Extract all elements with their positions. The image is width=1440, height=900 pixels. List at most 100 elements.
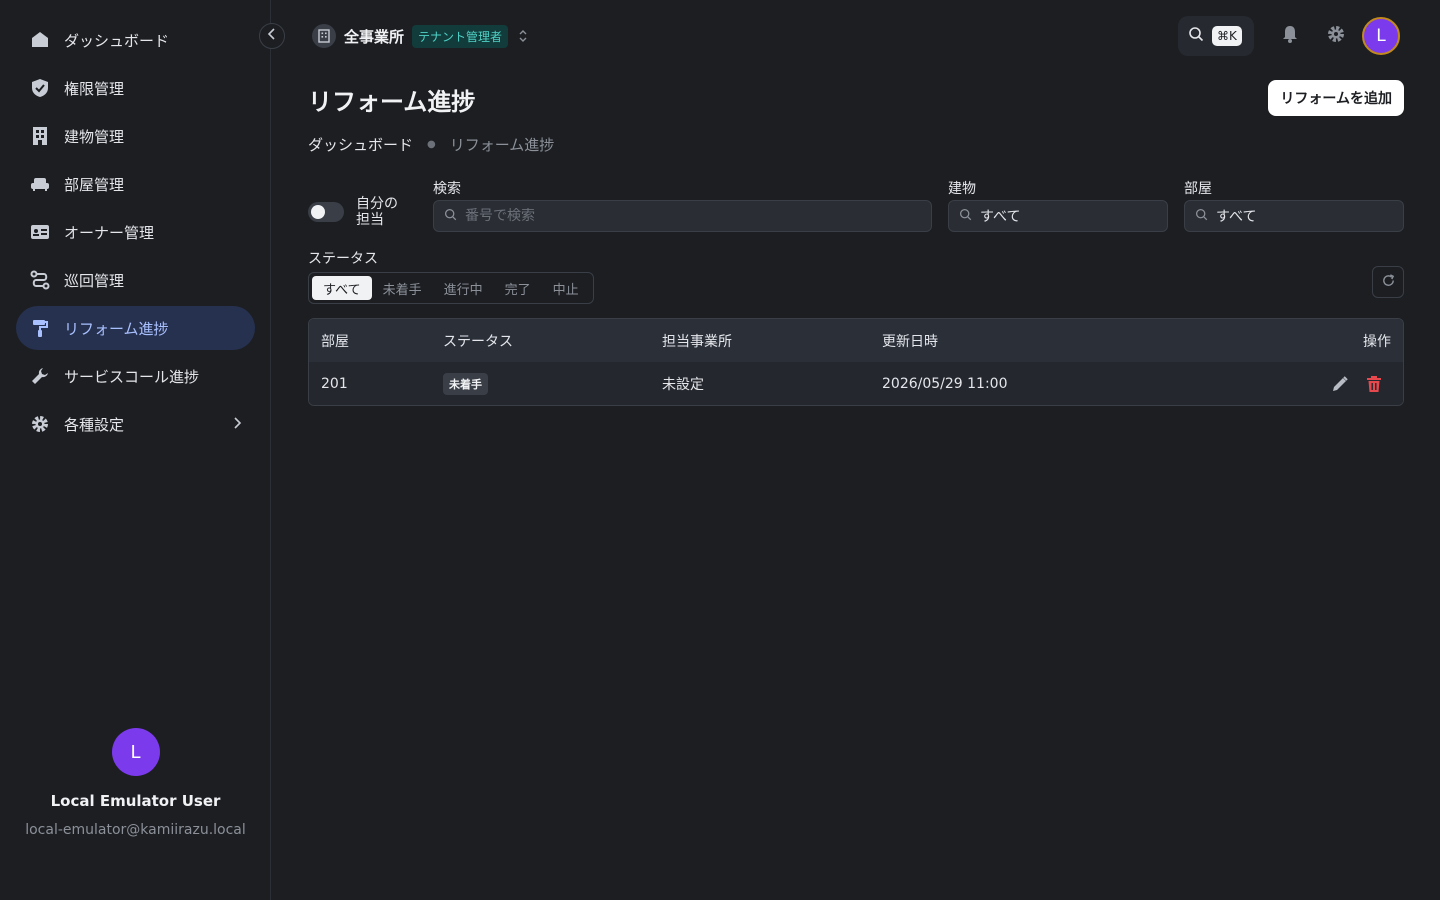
search-box: [433, 200, 932, 232]
sidebar-item-label: 各種設定: [64, 415, 125, 434]
cell-room: 201: [321, 375, 348, 392]
breadcrumb-current: リフォーム進捗: [449, 136, 555, 154]
sidebar-item-owners[interactable]: オーナー管理: [16, 210, 255, 254]
building-icon: [312, 24, 336, 48]
table-row[interactable]: 201 未着手 未設定 2026/05/29 11:00: [309, 362, 1403, 405]
room-label: 部屋: [1184, 181, 1212, 197]
delete-button[interactable]: [1366, 362, 1382, 405]
search-icon: [1195, 208, 1208, 225]
search-field: 検索: [433, 178, 932, 232]
sidebar-item-label: 権限管理: [64, 79, 125, 98]
sidebar-item-label: サービスコール進捗: [64, 367, 200, 386]
page-title: リフォーム進捗: [308, 88, 476, 116]
trash-icon: [1366, 375, 1382, 393]
room-select[interactable]: すべて: [1184, 200, 1404, 232]
search-icon: [444, 208, 457, 225]
chevron-right-icon: [231, 416, 243, 434]
sidebar-user: L Local Emulator User local-emulator@kam…: [0, 728, 271, 838]
cell-updated: 2026/05/29 11:00: [882, 375, 1008, 392]
sidebar-item-rooms[interactable]: 部屋管理: [16, 162, 255, 206]
bell-icon: [1280, 24, 1300, 48]
status-option-all[interactable]: すべて: [312, 276, 372, 300]
building-select-value: すべて: [980, 209, 1021, 225]
building-icon: [30, 126, 50, 146]
office-name: 全事業所: [344, 27, 405, 46]
sidebar-item-label: オーナー管理: [64, 223, 155, 242]
top-actions: ⌘K L: [1178, 16, 1400, 56]
column-header-office[interactable]: 担当事業所: [662, 319, 732, 362]
sidebar: ダッシュボード 権限管理 建物管理 部屋管理 オーナー管理 巡回管理 リフォーム…: [0, 0, 271, 900]
notification-button[interactable]: [1270, 16, 1310, 56]
sidebar-nav: ダッシュボード 権限管理 建物管理 部屋管理 オーナー管理 巡回管理 リフォーム…: [16, 18, 255, 450]
refresh-button[interactable]: [1372, 266, 1404, 298]
wrench-icon: [30, 366, 50, 386]
sidebar-item-buildings[interactable]: 建物管理: [16, 114, 255, 158]
route-icon: [30, 270, 50, 290]
paint-roller-icon: [30, 318, 50, 338]
search-label: 検索: [433, 181, 461, 197]
cell-status: 未着手: [443, 362, 488, 405]
role-badge: テナント管理者: [412, 24, 509, 48]
breadcrumb-separator: ●: [427, 139, 436, 150]
column-header-room[interactable]: 部屋: [321, 319, 349, 362]
avatar[interactable]: L: [111, 728, 160, 776]
my-assignment-filter: 自分の担当: [308, 196, 406, 228]
topbar: 全事業所 テナント管理者 ⌘K L: [272, 0, 1440, 72]
search-icon: [1188, 26, 1204, 46]
building-field: 建物 すべて: [948, 178, 1168, 232]
shortcut-hint: ⌘K: [1212, 26, 1242, 46]
my-assignment-label: 自分の担当: [356, 196, 398, 228]
shield-icon: [30, 78, 50, 98]
status-option-cancelled[interactable]: 中止: [542, 276, 590, 300]
sidebar-item-permissions[interactable]: 権限管理: [16, 66, 255, 110]
building-select[interactable]: すべて: [948, 200, 1168, 232]
column-header-updated[interactable]: 更新日時: [882, 319, 938, 362]
status-segmented-control: すべて 未着手 進行中 完了 中止: [308, 272, 594, 304]
sidebar-item-label: 巡回管理: [64, 271, 125, 290]
room-select-value: すべて: [1216, 209, 1257, 225]
office-selector[interactable]: 全事業所 テナント管理者: [312, 24, 528, 48]
reform-table: 部屋 ステータス 担当事業所 更新日時 操作 201 未着手 未設定 2026/…: [308, 318, 1404, 406]
column-header-status[interactable]: ステータス: [443, 319, 513, 362]
cell-office: 未設定: [662, 376, 704, 393]
id-card-icon: [30, 222, 50, 242]
sidebar-item-patrol[interactable]: 巡回管理: [16, 258, 255, 302]
sidebar-collapse-button[interactable]: [259, 23, 285, 49]
refresh-icon: [1381, 273, 1396, 292]
table-header: 部屋 ステータス 担当事業所 更新日時 操作: [309, 319, 1403, 362]
sidebar-item-label: 部屋管理: [64, 175, 125, 194]
filters: 自分の担当 検索 建物 すべて 部屋: [308, 178, 1404, 238]
search-input[interactable]: [465, 208, 904, 224]
user-name: Local Emulator User: [50, 792, 221, 810]
gear-icon: [30, 414, 50, 434]
gear-icon: [1326, 24, 1346, 48]
status-label: ステータス: [308, 251, 378, 267]
breadcrumb: ダッシュボード ● リフォーム進捗: [308, 134, 554, 155]
sidebar-item-settings[interactable]: 各種設定: [16, 402, 255, 446]
sidebar-item-service-call[interactable]: サービスコール進捗: [16, 354, 255, 398]
avatar[interactable]: L: [1362, 17, 1400, 55]
sofa-icon: [30, 174, 50, 194]
add-reform-button[interactable]: リフォームを追加: [1268, 80, 1404, 116]
status-badge: 未着手: [443, 372, 488, 395]
sidebar-item-reform[interactable]: リフォーム進捗: [16, 306, 255, 350]
search-icon: [959, 208, 972, 225]
sidebar-item-label: ダッシュボード: [64, 31, 170, 50]
my-assignment-toggle[interactable]: [308, 202, 344, 222]
sidebar-item-label: 建物管理: [64, 127, 125, 146]
edit-button[interactable]: [1331, 362, 1349, 405]
status-option-not-started[interactable]: 未着手: [372, 276, 433, 300]
sidebar-item-label: リフォーム進捗: [64, 319, 169, 338]
sidebar-item-dashboard[interactable]: ダッシュボード: [16, 18, 255, 62]
building-label: 建物: [948, 181, 976, 197]
column-header-actions: 操作: [1363, 333, 1391, 350]
command-search-button[interactable]: ⌘K: [1178, 16, 1254, 56]
status-option-done[interactable]: 完了: [494, 276, 542, 300]
breadcrumb-dashboard[interactable]: ダッシュボード: [308, 134, 413, 155]
chevron-left-icon: [267, 28, 277, 44]
settings-button[interactable]: [1316, 16, 1356, 56]
room-field: 部屋 すべて: [1184, 178, 1404, 232]
status-option-in-progress[interactable]: 進行中: [433, 276, 494, 300]
user-email: local-emulator@kamiirazu.local: [25, 822, 246, 838]
pencil-icon: [1331, 375, 1349, 393]
